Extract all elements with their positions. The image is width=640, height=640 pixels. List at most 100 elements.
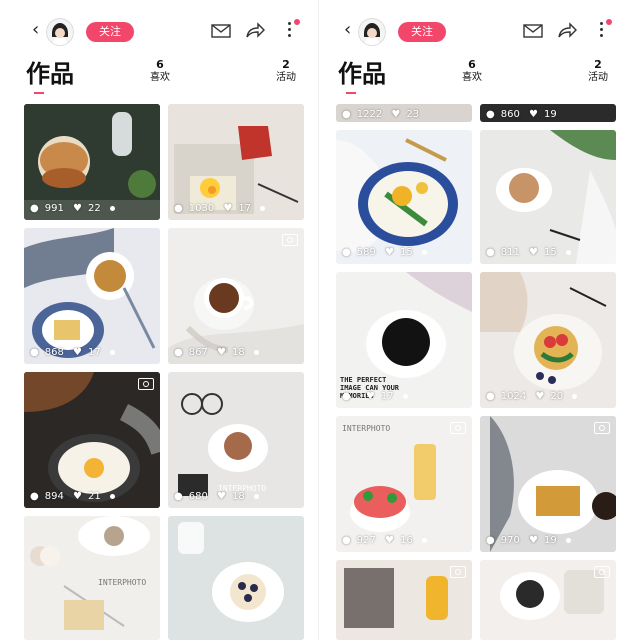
avatar-image [359, 19, 385, 45]
views-count: 1024 [500, 391, 527, 402]
likes-count: 17 [380, 391, 394, 402]
works-underline [34, 92, 44, 94]
photo-tile[interactable]: INTERPHOTO ● 680 ♥ 18 [168, 372, 304, 508]
eye-icon: ● [342, 109, 351, 120]
tile-metrics: ● 1030 ♥ 17 [174, 203, 271, 214]
share-icon[interactable] [556, 20, 578, 42]
photo-image [24, 372, 160, 508]
more-vertical-icon[interactable] [284, 20, 294, 42]
profile-tabs: 作品 6 喜欢 2 活动 [12, 50, 316, 94]
camera-icon [450, 422, 466, 434]
events-count: 2 [282, 58, 290, 71]
heart-icon: ♥ [535, 391, 545, 402]
photo-image [336, 416, 472, 552]
tile-metrics: ● ♥ 17 [342, 391, 414, 402]
likes-count: 17 [87, 347, 101, 358]
avatar[interactable] [358, 18, 386, 46]
tile-metrics: ● 927 ♥ 16 [342, 535, 433, 546]
eye-icon: ● [486, 391, 495, 402]
events-stat[interactable]: 2 活动 [586, 58, 610, 84]
tile-metrics: ● 868 ♥ 17 [30, 347, 121, 358]
photo-image [168, 228, 304, 364]
dot-icon [109, 349, 115, 355]
mail-icon[interactable] [210, 20, 232, 42]
tile-metrics: ● 589 ♥ 15 [342, 247, 433, 258]
photo-tile[interactable] [168, 516, 304, 640]
eye-icon: ● [342, 391, 351, 402]
works-underline [346, 92, 356, 94]
works-title[interactable]: 作品 [338, 54, 386, 89]
photo-tile[interactable]: INTERPHOTO [24, 516, 160, 640]
top-bar: ‹ 关注 [324, 14, 628, 50]
photo-tile[interactable]: INTERPHOTO ● 927 ♥ 16 [336, 416, 472, 552]
dot-icon [253, 493, 259, 499]
photo-tile[interactable]: ● 1222 ♥ 23 [336, 104, 472, 122]
photo-tile[interactable]: ● 860 ♥ 19 [480, 104, 616, 122]
camera-icon [594, 566, 610, 578]
heart-icon: ♥ [529, 109, 538, 120]
photo-tile[interactable]: ● 1024 ♥ 20 [480, 272, 616, 408]
photo-tile[interactable]: ● 991 ♥ 22 [24, 104, 160, 220]
heart-icon: ♥ [391, 109, 401, 120]
likes-count: 15 [543, 247, 557, 258]
eye-icon: ● [486, 247, 495, 258]
views-count: 811 [500, 247, 520, 258]
views-count: 860 [500, 109, 520, 120]
eye-icon: ● [342, 535, 351, 546]
likes-label: 喜欢 [462, 72, 482, 83]
more-vertical-icon[interactable] [596, 20, 606, 42]
chevron-left-icon[interactable]: ‹ [344, 20, 351, 40]
photo-tile[interactable]: ● 894 ♥ 21 [24, 372, 160, 508]
photo-tile[interactable]: ● 589 ♥ 15 [336, 130, 472, 264]
phone-screen-right: ‹ 关注 作品 6 喜欢 2 活动 ● 1222 ♥ 23 ● 860 ♥ 19… [324, 0, 628, 640]
heart-icon: ♥ [217, 347, 226, 358]
camera-icon [138, 378, 154, 390]
photo-tile[interactable]: ● 868 ♥ 17 [24, 228, 160, 364]
dot-icon [109, 205, 115, 211]
photo-tile[interactable]: ● 811 ♥ 15 [480, 130, 616, 264]
follow-button[interactable]: 关注 [86, 22, 134, 42]
likes-stat[interactable]: 6 喜欢 [148, 58, 172, 84]
photo-image [480, 272, 616, 408]
photo-tile[interactable]: ● 1030 ♥ 17 [168, 104, 304, 220]
photo-tile[interactable] [336, 560, 472, 640]
eye-icon: ● [30, 491, 39, 502]
watermark-text: INTERPHOTO [342, 424, 391, 433]
likes-count: 15 [399, 247, 413, 258]
photo-tile[interactable]: ● 970 ♥ 19 [480, 416, 616, 552]
photo-tile[interactable]: THE PERFECT IMAGE CAN YOUR MEMORIES ● ♥ 1… [336, 272, 472, 408]
avatar[interactable] [46, 18, 74, 46]
likes-count: 21 [87, 491, 101, 502]
likes-count: 18 [231, 491, 245, 502]
heart-icon: ♥ [385, 247, 394, 258]
tile-metrics: ● 970 ♥ 19 [486, 535, 577, 546]
events-stat[interactable]: 2 活动 [274, 58, 298, 84]
eye-icon: ● [486, 109, 495, 120]
heart-icon: ♥ [73, 347, 82, 358]
eye-icon: ● [30, 203, 39, 214]
dot-icon [565, 537, 571, 543]
camera-icon [594, 422, 610, 434]
photo-image [24, 228, 160, 364]
watermark-text: INTERPHOTO [98, 578, 147, 587]
views-count: 868 [44, 347, 64, 358]
dot-icon [402, 393, 408, 399]
avatar-image [47, 19, 73, 45]
photo-tile[interactable] [480, 560, 616, 640]
likes-stat[interactable]: 6 喜欢 [460, 58, 484, 84]
share-icon[interactable] [244, 20, 266, 42]
chevron-left-icon[interactable]: ‹ [32, 20, 39, 40]
tile-metrics: ● 1024 ♥ 20 [486, 391, 583, 402]
photo-grid: ● 1222 ♥ 23 ● 860 ♥ 19 ● 589 ♥ 15 ● 811 … [336, 104, 616, 640]
views-count: 927 [356, 535, 376, 546]
notification-dot [606, 19, 612, 25]
eye-icon: ● [342, 247, 351, 258]
mail-icon[interactable] [522, 20, 544, 42]
tile-metrics: ● 680 ♥ 18 [174, 491, 265, 502]
follow-button[interactable]: 关注 [398, 22, 446, 42]
photo-tile[interactable]: ● 867 ♥ 18 [168, 228, 304, 364]
works-title[interactable]: 作品 [26, 54, 74, 89]
dot-icon [572, 393, 578, 399]
dot-icon [565, 249, 571, 255]
camera-icon [282, 234, 298, 246]
